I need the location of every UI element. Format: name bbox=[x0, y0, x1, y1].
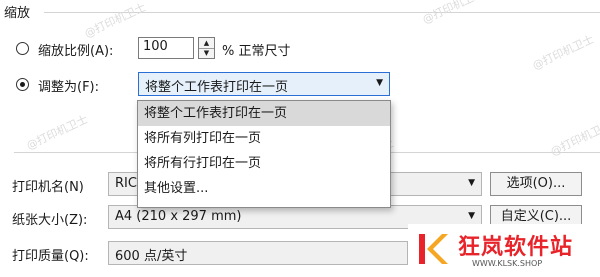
group-divider bbox=[44, 12, 600, 13]
printer-label: 打印机名(N) bbox=[12, 180, 84, 195]
adjust-radio[interactable] bbox=[16, 42, 29, 55]
scale-percent-input[interactable]: 100 bbox=[138, 37, 194, 59]
site-logo: 狂岚软件站 WWW.KLSK.SHOP bbox=[408, 224, 600, 277]
fit-label: 调整为(F): bbox=[38, 80, 100, 95]
dropdown-arrow-icon[interactable]: ▼ bbox=[376, 78, 383, 88]
chevron-down-icon: ▼ bbox=[468, 211, 475, 221]
adjust-label: 缩放比例(A): bbox=[38, 44, 114, 59]
printer-value: RIC bbox=[115, 176, 137, 191]
dropdown-option-other-settings[interactable]: 其他设置... bbox=[138, 176, 390, 201]
dropdown-option-whole-sheet[interactable]: 将整个工作表打印在一页 bbox=[138, 101, 390, 126]
options-button[interactable]: 选项(O)... bbox=[490, 172, 582, 196]
paper-size-value: A4 (210 x 297 mm) bbox=[115, 209, 242, 224]
fit-combobox[interactable]: 将整个工作表打印在一页 ▼ bbox=[138, 72, 390, 96]
percent-suffix: % 正常尺寸 bbox=[222, 44, 291, 59]
scaling-group-title: 缩放 bbox=[4, 6, 31, 21]
print-quality-label: 打印质量(Q): bbox=[12, 249, 89, 264]
k-logo-icon bbox=[419, 234, 448, 264]
watermark: @打印机卫士 bbox=[82, 0, 148, 41]
fit-dropdown-list: 将整个工作表打印在一页 将所有列打印在一页 将所有行打印在一页 其他设置... bbox=[137, 100, 391, 208]
fit-radio[interactable] bbox=[16, 78, 29, 91]
dropdown-option-all-rows[interactable]: 将所有行打印在一页 bbox=[138, 151, 390, 176]
chevron-down-icon: ▼ bbox=[468, 178, 475, 188]
logo-name: 狂岚软件站 bbox=[458, 235, 574, 260]
watermark: @打印机卫士 bbox=[530, 32, 596, 73]
print-quality-value: 600 点/英寸 bbox=[115, 249, 188, 264]
paper-size-label: 纸张大小(Z): bbox=[12, 213, 88, 228]
dropdown-option-all-columns[interactable]: 将所有列打印在一页 bbox=[138, 126, 390, 151]
logo-url: WWW.KLSK.SHOP bbox=[472, 259, 543, 268]
watermark: @打印机卫士 bbox=[24, 112, 90, 153]
print-quality-select[interactable]: 600 点/英寸 bbox=[108, 241, 408, 265]
watermark: @打印机卫士 bbox=[420, 0, 486, 27]
scale-spinner[interactable]: ▲ ▼ bbox=[198, 37, 215, 59]
spin-down-icon[interactable]: ▼ bbox=[199, 48, 214, 58]
fit-combobox-value: 将整个工作表打印在一页 bbox=[145, 80, 289, 95]
